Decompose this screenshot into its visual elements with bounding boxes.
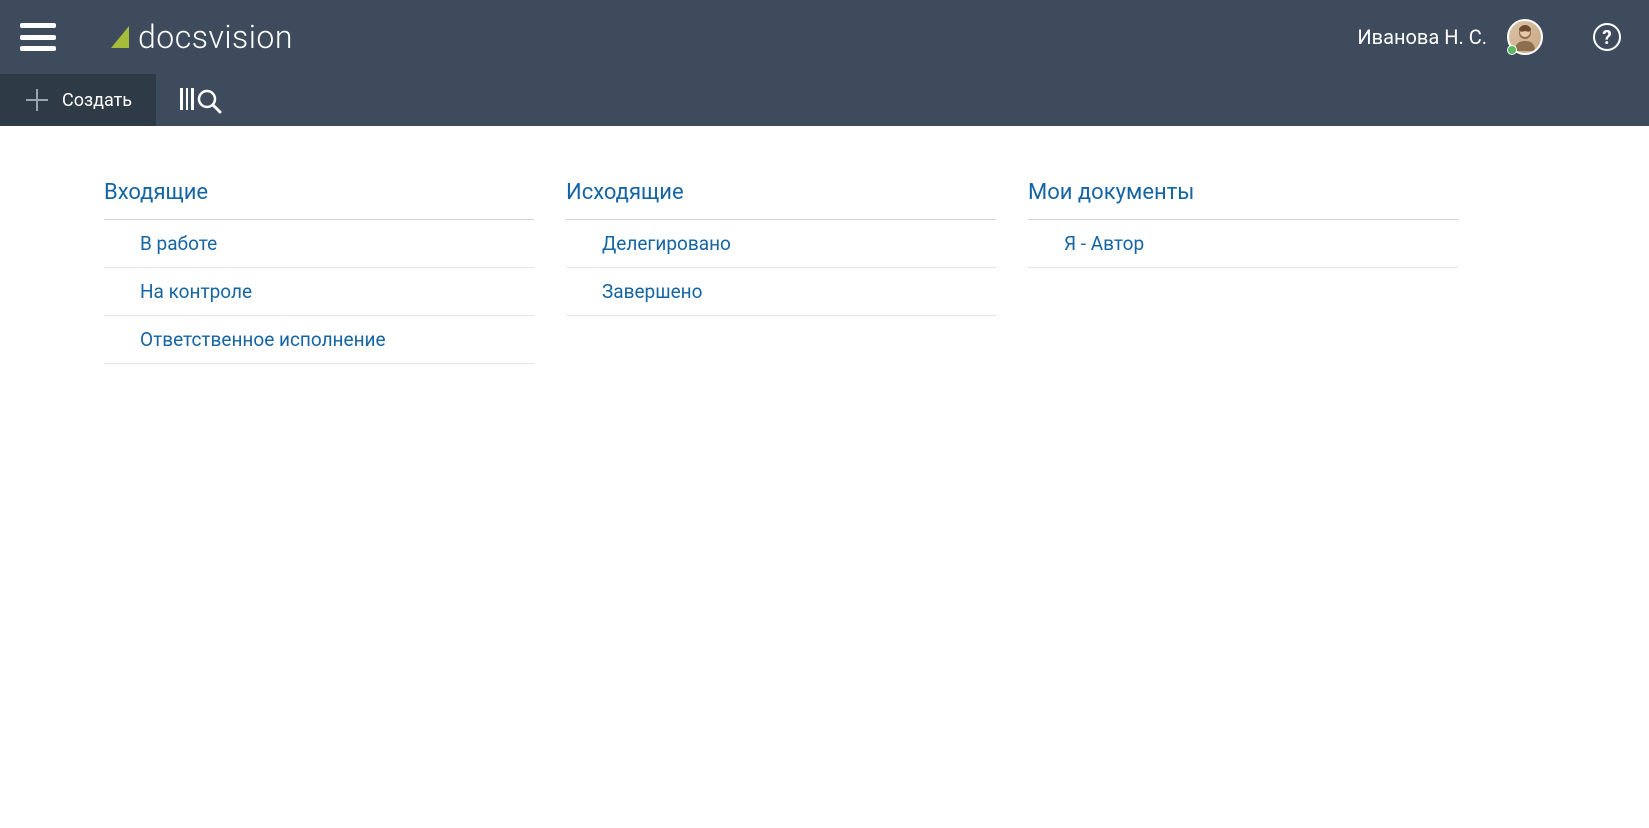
column-incoming: Входящие В работе На контроле Ответствен… <box>104 180 534 364</box>
list-item[interactable]: В работе <box>104 220 534 268</box>
header-right: Иванова Н. С. ? <box>1357 19 1621 55</box>
column-title-incoming[interactable]: Входящие <box>104 180 534 220</box>
column-title-mydocs[interactable]: Мои документы <box>1028 180 1458 220</box>
logo[interactable]: docsvision <box>111 18 293 56</box>
create-button-label: Создать <box>62 90 132 111</box>
plus-icon <box>26 89 48 111</box>
barcode-search-icon <box>180 86 224 114</box>
column-title-outgoing[interactable]: Исходящие <box>566 180 996 220</box>
header-left: docsvision <box>20 18 293 56</box>
avatar[interactable] <box>1507 19 1543 55</box>
column-outgoing: Исходящие Делегировано Завершено <box>566 180 996 364</box>
help-icon[interactable]: ? <box>1593 23 1621 51</box>
header: docsvision Иванова Н. С. ? <box>0 0 1649 74</box>
dashboard-content: Входящие В работе На контроле Ответствен… <box>0 126 1649 418</box>
logo-mark-icon <box>111 26 129 48</box>
user-name[interactable]: Иванова Н. С. <box>1357 25 1487 49</box>
status-online-icon <box>1507 45 1517 55</box>
toolbar: Создать <box>0 74 1649 126</box>
list-item[interactable]: Делегировано <box>566 220 996 268</box>
hamburger-menu-icon[interactable] <box>20 23 56 51</box>
create-button[interactable]: Создать <box>0 74 156 126</box>
list-item[interactable]: Я - Автор <box>1028 220 1458 268</box>
column-mydocs: Мои документы Я - Автор <box>1028 180 1458 364</box>
list-item[interactable]: Завершено <box>566 268 996 316</box>
logo-text: docsvision <box>138 18 293 56</box>
barcode-search-button[interactable] <box>156 74 248 126</box>
list-item[interactable]: На контроле <box>104 268 534 316</box>
list-item[interactable]: Ответственное исполнение <box>104 316 534 364</box>
